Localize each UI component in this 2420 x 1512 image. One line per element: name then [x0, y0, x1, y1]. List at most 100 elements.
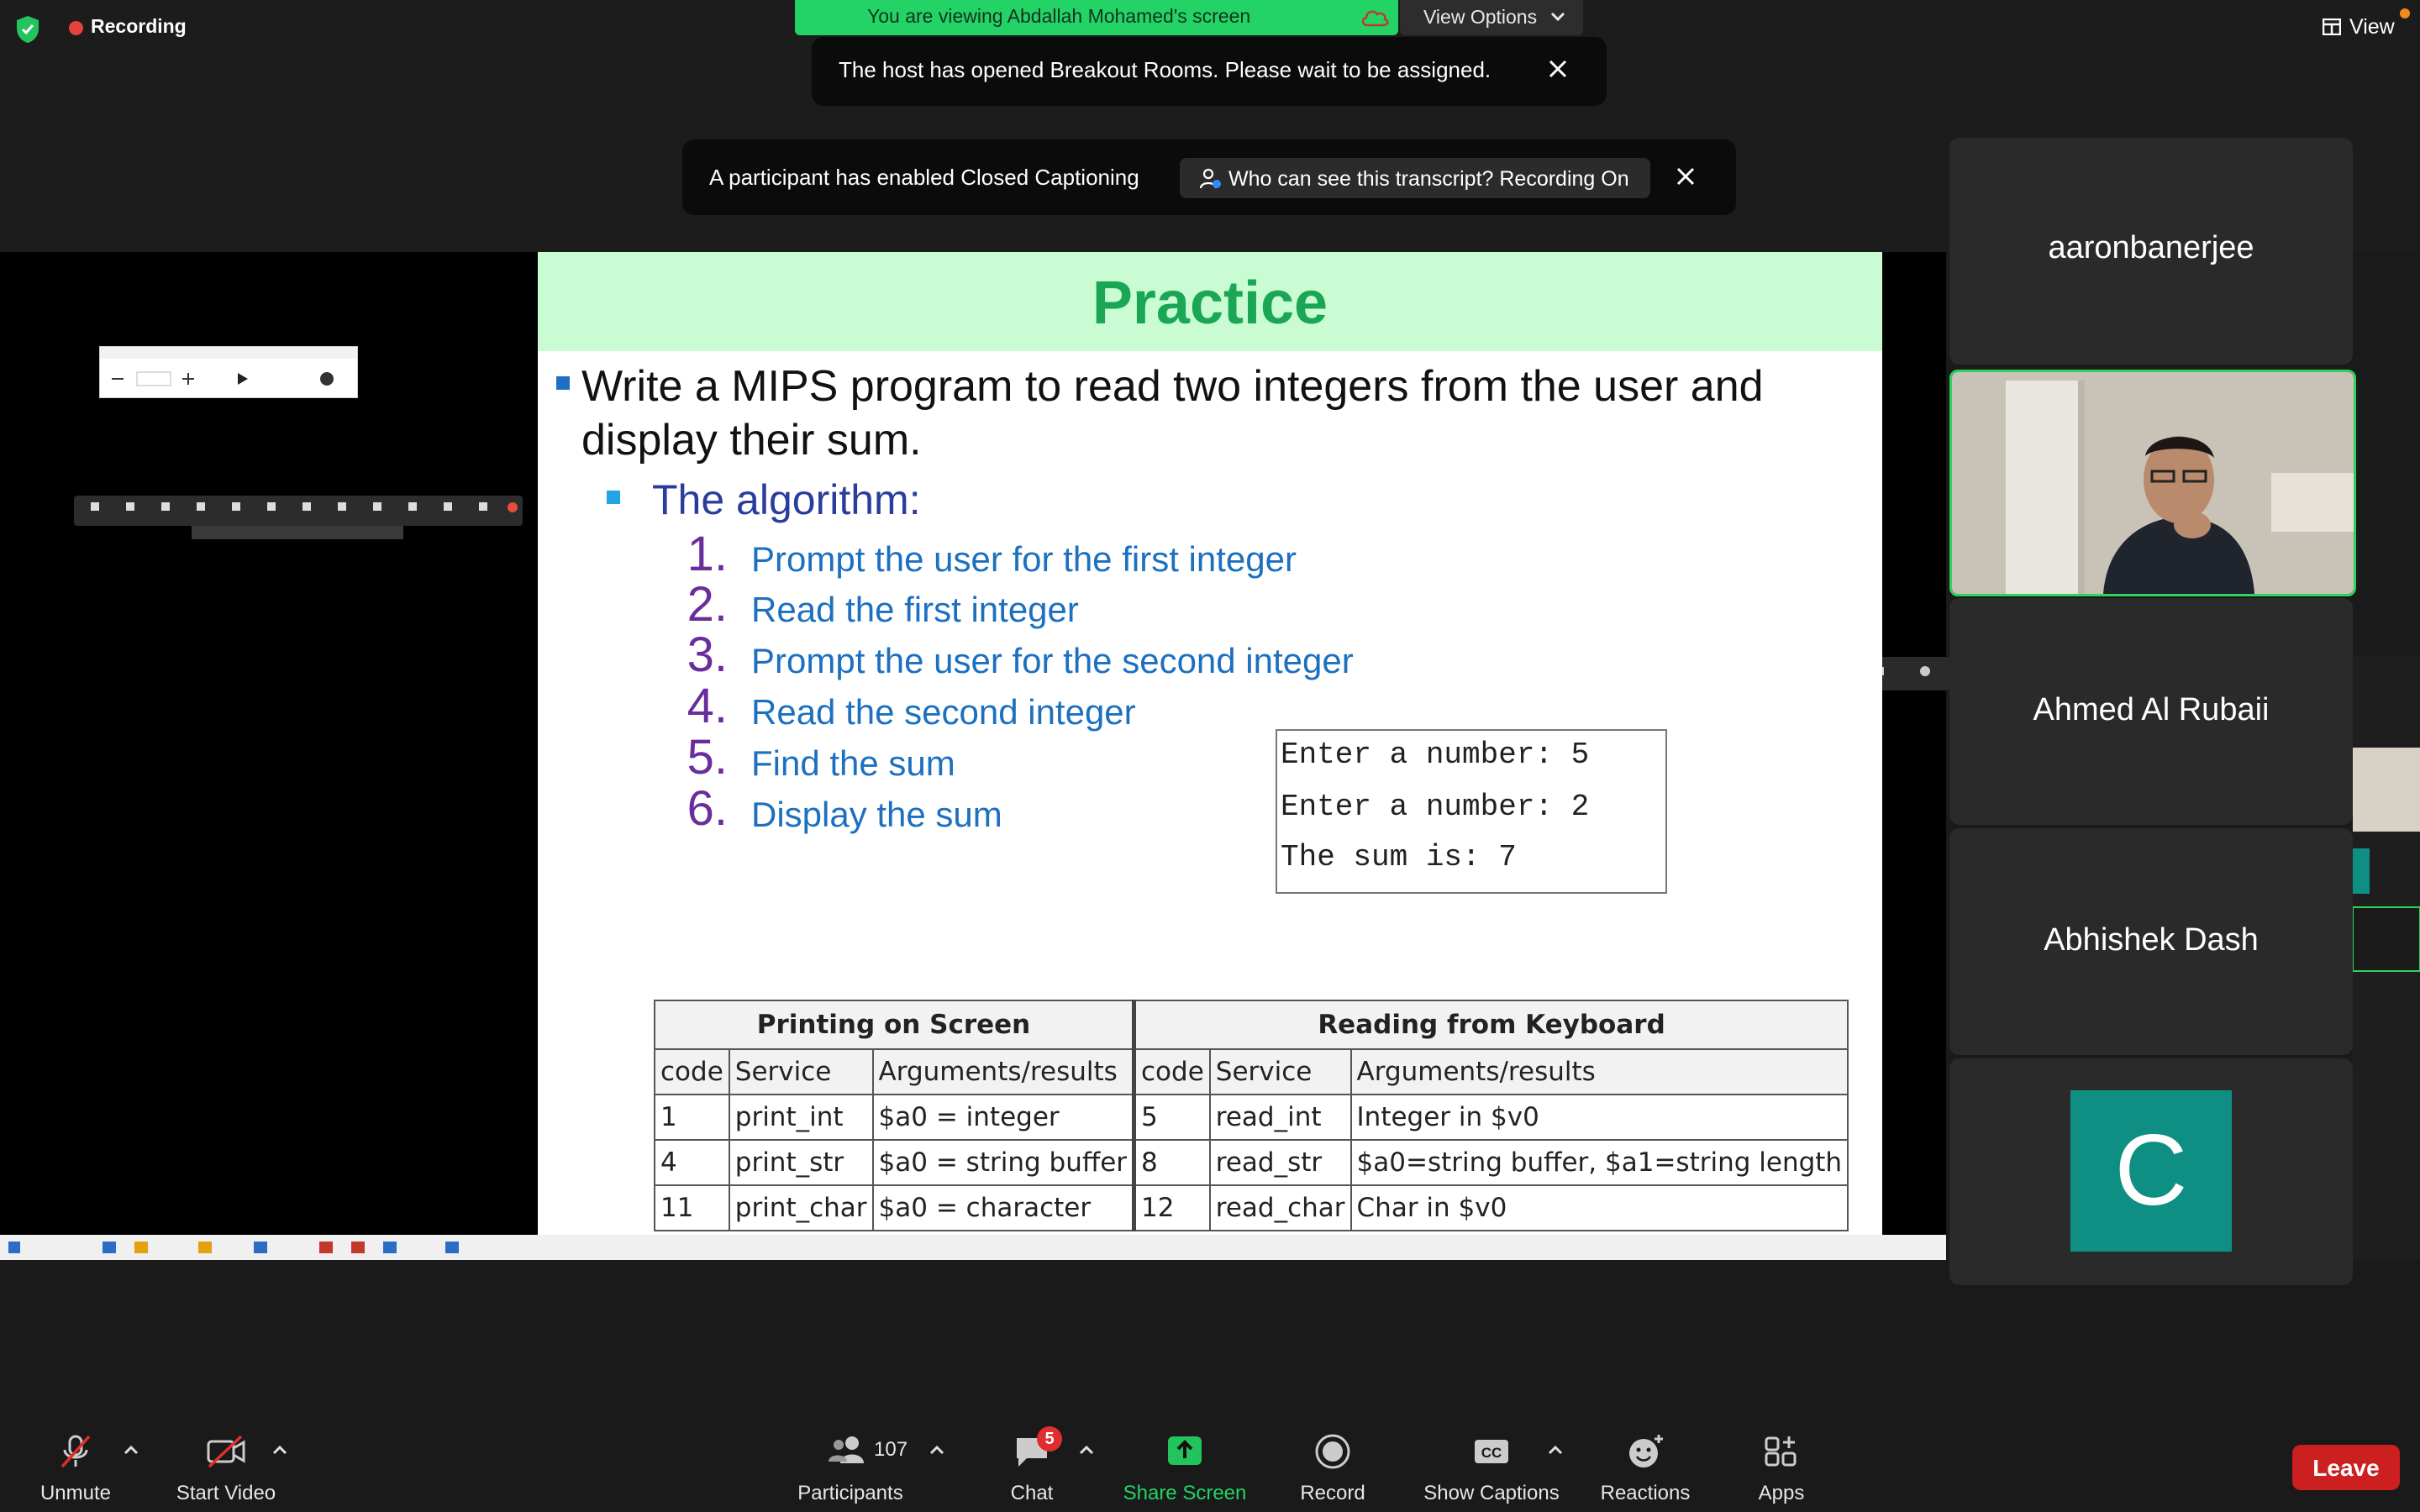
participant-tile[interactable]: Ahmed Al Rubaii	[1949, 598, 2353, 825]
step-number: 3.	[687, 627, 728, 682]
table-group-header-row: Printing on Screen Reading from Keyboard	[654, 1000, 1849, 1050]
table-cell: read_int	[1208, 1094, 1352, 1141]
table-cell: 12	[1132, 1184, 1211, 1231]
security-shield-icon[interactable]	[15, 15, 40, 44]
table-cell: print_str	[728, 1139, 874, 1186]
magnifier-toolbar[interactable]	[99, 346, 358, 398]
close-icon[interactable]	[1544, 55, 1571, 82]
table-group-header: Printing on Screen	[654, 1000, 1135, 1050]
chevron-up-icon[interactable]	[1546, 1443, 1565, 1457]
slide-bullet-2: The algorithm:	[652, 476, 921, 523]
chat-unread-badge: 5	[1037, 1426, 1062, 1452]
breakout-rooms-message: The host has opened Breakout Rooms. Plea…	[839, 57, 1491, 82]
chevron-up-icon[interactable]	[1077, 1443, 1096, 1457]
recording-label[interactable]: Recording	[91, 15, 187, 38]
share-screen-label: Share Screen	[1123, 1482, 1247, 1504]
close-icon[interactable]	[1672, 163, 1699, 190]
apps-icon	[1765, 1436, 1797, 1467]
participant-name: Ahmed Al Rubaii	[2033, 692, 2270, 727]
step-number: 4.	[687, 679, 728, 733]
step-text: Read the first integer	[751, 590, 1079, 629]
table-column-header: Arguments/results	[1349, 1048, 1849, 1095]
reactions-button[interactable]: Reactions	[1593, 1433, 1697, 1505]
table-column-header: Service	[1208, 1048, 1352, 1095]
participant-avatar: C	[2070, 1090, 2232, 1252]
unmute-button[interactable]: Unmute	[25, 1433, 126, 1505]
table-row: 11 print_char $a0 = character 12 read_ch…	[654, 1184, 1849, 1231]
bullet-square-icon	[607, 491, 620, 504]
view-options-label: View Options	[1423, 6, 1538, 28]
table-column-header: code	[654, 1048, 730, 1095]
table-cell: Integer in $v0	[1349, 1094, 1849, 1141]
apps-button[interactable]: Apps	[1739, 1433, 1823, 1505]
participant-video-feed	[1952, 372, 2354, 594]
annotation-toolbar[interactable]	[74, 496, 523, 526]
step-number: 5.	[687, 730, 728, 785]
table-cell: $a0 = character	[871, 1184, 1135, 1231]
step-text: Prompt the user for the second integer	[751, 641, 1354, 680]
participants-label: Participants	[797, 1482, 903, 1504]
leave-label: Leave	[2312, 1455, 2380, 1481]
syscall-table: Printing on Screen Reading from Keyboard…	[654, 1000, 1849, 1231]
closed-captions-icon: CC	[1475, 1440, 1508, 1463]
participants-icon	[829, 1436, 864, 1463]
chevron-down-icon	[1550, 12, 1565, 22]
step-text: Find the sum	[751, 743, 955, 783]
chevron-up-icon[interactable]	[928, 1443, 946, 1457]
person-info-icon	[1199, 168, 1221, 189]
cloud-recording-icon	[1361, 10, 1389, 27]
participants-button[interactable]: 107 Participants	[781, 1433, 919, 1505]
record-button[interactable]: Record	[1286, 1433, 1380, 1505]
show-captions-label: Show Captions	[1423, 1482, 1560, 1504]
table-column-header: code	[1132, 1048, 1211, 1095]
participant-tile[interactable]: Abhishek Dash	[1949, 828, 2353, 1055]
participant-video-tile[interactable]	[1949, 370, 2356, 596]
table-cell: print_int	[728, 1094, 874, 1141]
console-output-box: Enter a number: 5 Enter a number: 2 The …	[1276, 729, 1667, 894]
record-label: Record	[1300, 1482, 1365, 1504]
annotation-status-bar	[192, 526, 403, 539]
console-line: The sum is: 7	[1281, 840, 1517, 874]
participant-name: aaronbanerjee	[2048, 230, 2254, 265]
record-icon	[1315, 1434, 1350, 1469]
table-cell: read_char	[1208, 1184, 1352, 1231]
leave-button[interactable]: Leave	[2292, 1445, 2400, 1490]
table-group-header: Reading from Keyboard	[1132, 1000, 1849, 1050]
view-layout-button[interactable]: View	[2316, 13, 2400, 44]
bullet-square-icon	[556, 376, 570, 390]
console-line: Enter a number: 5	[1281, 738, 1590, 772]
table-column-header: Arguments/results	[871, 1048, 1135, 1095]
transcript-visibility-button[interactable]: Who can see this transcript? Recording O…	[1180, 158, 1650, 198]
step-number: 6.	[687, 781, 728, 836]
participant-name: Abhishek Dash	[2044, 922, 2259, 958]
share-screen-button[interactable]: Share Screen	[1109, 1433, 1260, 1505]
unmute-label: Unmute	[39, 1482, 112, 1504]
step-number: 1.	[687, 527, 728, 581]
table-cell: $a0 = string buffer	[871, 1139, 1135, 1186]
table-cell: $a0=string buffer, $a1=string length	[1349, 1139, 1849, 1186]
presentation-slide: Practice Write a MIPS program to read tw…	[538, 252, 1882, 1235]
shared-screen-edge-thumbnails	[2352, 655, 2420, 1260]
chevron-up-icon[interactable]	[271, 1443, 289, 1457]
table-cell: 8	[1132, 1139, 1211, 1186]
view-label: View	[2349, 15, 2395, 39]
table-column-header-row: code Service Arguments/results code Serv…	[654, 1048, 1849, 1095]
closed-captioning-message: A participant has enabled Closed Caption…	[709, 165, 1139, 190]
console-line: Enter a number: 2	[1281, 790, 1590, 824]
breakout-rooms-toast: The host has opened Breakout Rooms. Plea…	[812, 37, 1607, 106]
slide-bullet-1: Write a MIPS program to read two integer…	[581, 362, 1764, 465]
table-cell: print_char	[728, 1184, 874, 1231]
step-number: 2.	[687, 577, 728, 632]
svg-text:CC: CC	[1481, 1445, 1502, 1461]
viewing-screen-text: You are viewing Abdallah Mohamed's scree…	[867, 5, 1251, 27]
video-off-icon	[207, 1435, 245, 1468]
participants-count: 107	[874, 1438, 908, 1461]
closed-captioning-toast: A participant has enabled Closed Caption…	[682, 139, 1736, 215]
step-text: Prompt the user for the first integer	[751, 539, 1297, 579]
table-row: 1 print_int $a0 = integer 5 read_int Int…	[654, 1094, 1849, 1141]
chevron-up-icon[interactable]	[122, 1443, 140, 1457]
table-cell: Char in $v0	[1349, 1184, 1849, 1231]
table-cell: 5	[1132, 1094, 1211, 1141]
view-options-button[interactable]: View Options	[1400, 0, 1583, 35]
participant-tile[interactable]: aaronbanerjee	[1949, 138, 2353, 365]
